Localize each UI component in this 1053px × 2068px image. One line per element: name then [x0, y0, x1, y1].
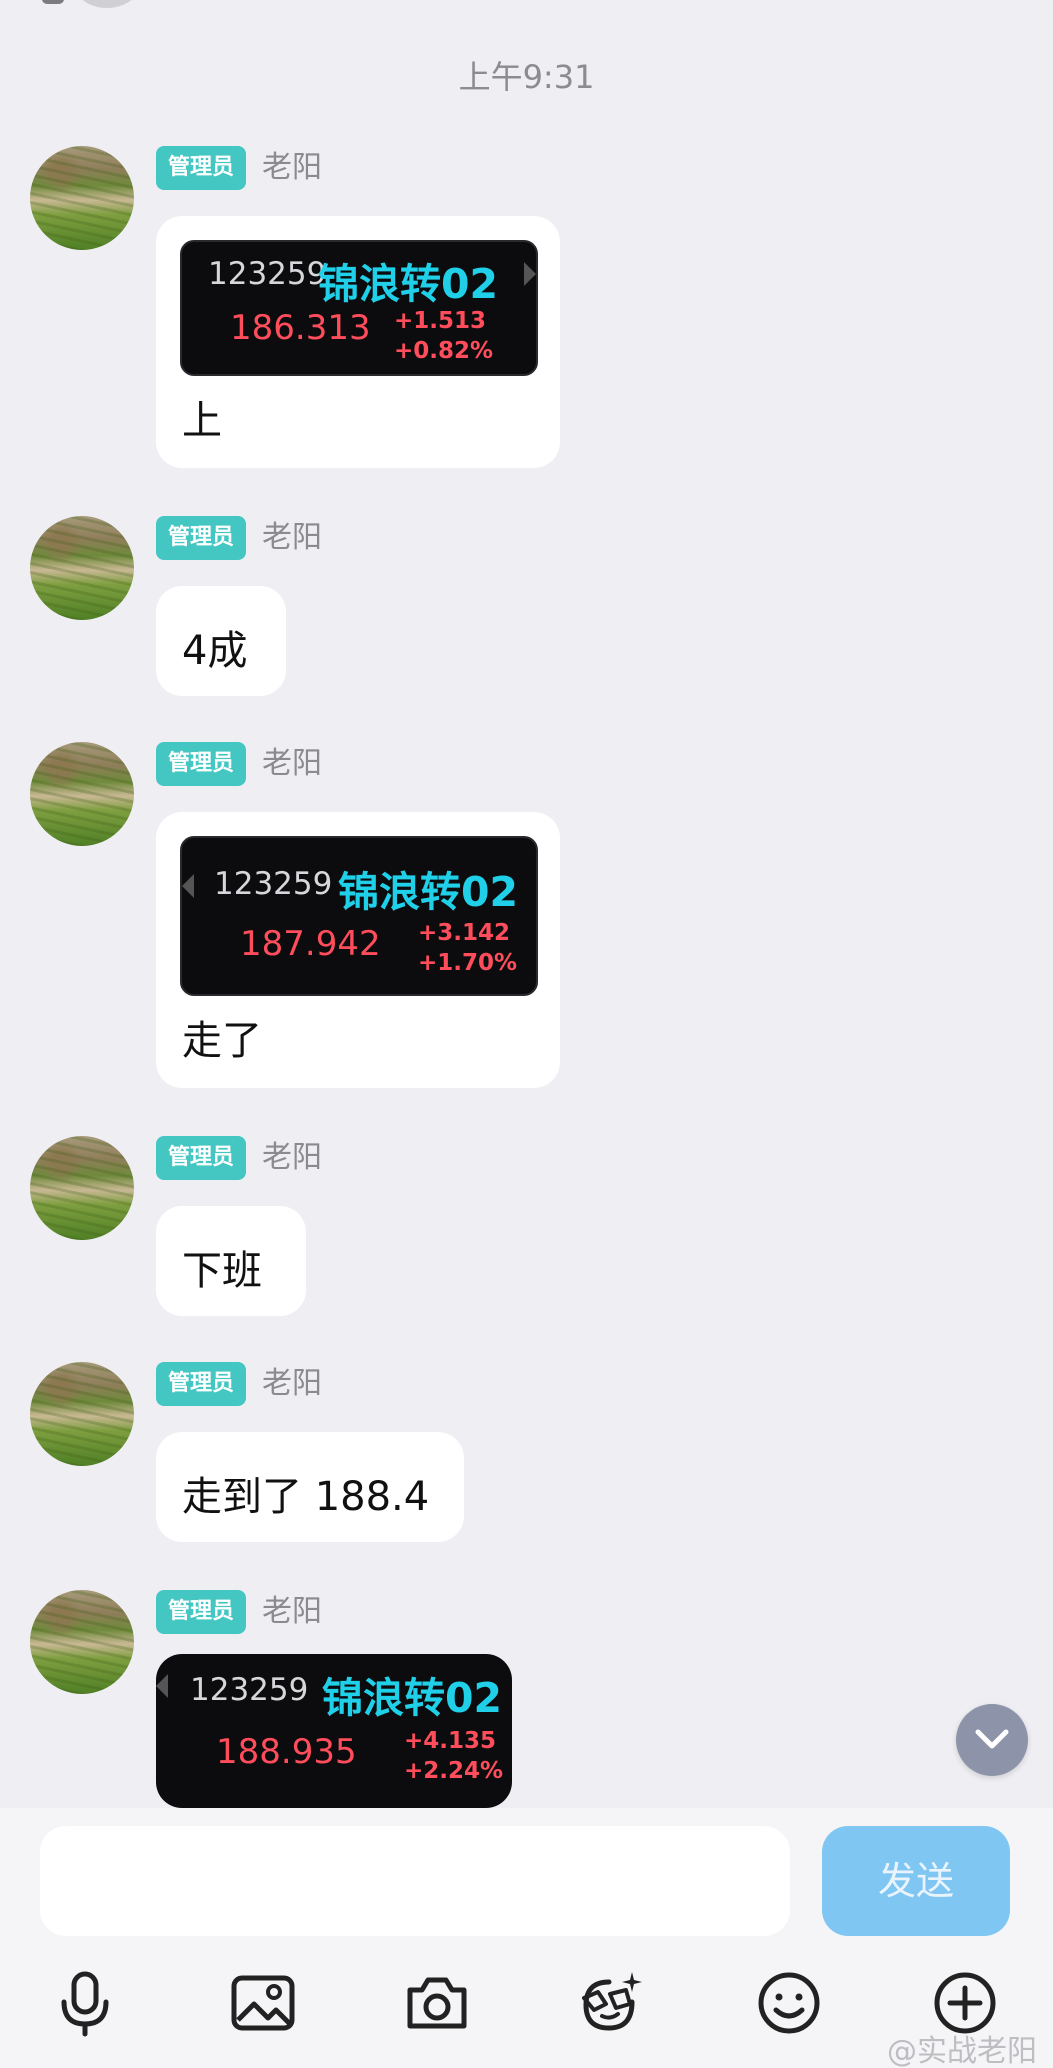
arrow-left-icon [182, 874, 194, 898]
role-badge: 管理员 [156, 146, 247, 190]
stock-code: 123259 [214, 866, 333, 902]
emoji-button[interactable] [754, 1968, 824, 2038]
stock-code: 123259 [208, 256, 327, 292]
scroll-to-bottom-button[interactable] [956, 1704, 1028, 1776]
message-1: 管理员 老阳 123259 锦浪转02 186.313 +1.513 +0.82… [0, 146, 1053, 476]
sender-name: 老阳 [262, 520, 322, 555]
stock-change-pct: +0.82% [394, 338, 494, 364]
message-bubble[interactable]: 123259 锦浪转02 186.313 +1.513 +0.82% 上 [156, 216, 560, 468]
avatar[interactable] [30, 1136, 134, 1240]
microphone-icon [61, 1971, 109, 2037]
avatar[interactable] [30, 742, 134, 846]
stock-quote-image[interactable]: 123259 锦浪转02 188.935 +4.135 +2.24% [156, 1654, 512, 1808]
time-divider: 上午9:31 [458, 58, 595, 96]
message-bubble[interactable]: 下班 [156, 1206, 306, 1316]
stock-price: 187.942 [240, 924, 381, 964]
stock-code: 123259 [190, 1672, 309, 1708]
camera-icon [407, 1977, 467, 2029]
previous-avatar-stub [72, 0, 142, 8]
stock-name: 锦浪转02 [322, 1674, 503, 1722]
message-text: 下班 [182, 1248, 262, 1294]
stock-name: 锦浪转02 [338, 868, 519, 916]
stock-name: 锦浪转02 [318, 260, 499, 308]
stock-change-pct: +2.24% [404, 1758, 504, 1784]
sender-name: 老阳 [262, 150, 322, 185]
avatar[interactable] [30, 1362, 134, 1466]
sender-name: 老阳 [262, 746, 322, 781]
sticker-button[interactable] [576, 1968, 646, 2038]
avatar[interactable] [30, 516, 134, 620]
message-input[interactable] [40, 1826, 790, 1936]
stock-change: +1.513 [394, 308, 487, 334]
stock-price: 188.935 [216, 1732, 357, 1772]
send-button[interactable]: 发送 [822, 1826, 1010, 1936]
emoji-icon [758, 1972, 820, 2034]
message-4: 管理员 老阳 下班 [0, 1136, 1053, 1316]
avatar[interactable] [30, 146, 134, 250]
message-6: 管理员 老阳 123259 锦浪转02 188.935 +4.135 +2.24… [0, 1590, 1053, 1808]
avatar[interactable] [30, 1590, 134, 1694]
stock-quote-image[interactable]: 123259 锦浪转02 186.313 +1.513 +0.82% [180, 240, 538, 376]
message-2: 管理员 老阳 4成 [0, 516, 1053, 696]
message-text: 上 [182, 398, 222, 444]
role-badge: 管理员 [156, 1590, 247, 1634]
previous-message-stub [42, 0, 64, 4]
message-bubble[interactable]: 4成 [156, 586, 286, 696]
image-button[interactable] [228, 1968, 298, 2038]
image-icon [231, 1975, 295, 2031]
message-5: 管理员 老阳 走到了 188.4 [0, 1362, 1053, 1542]
watermark: @实战老阳 [887, 2034, 1037, 2068]
stock-change-pct: +1.70% [418, 950, 518, 976]
stock-change: +4.135 [404, 1728, 497, 1754]
role-badge: 管理员 [156, 516, 247, 560]
sender-name: 老阳 [262, 1366, 322, 1401]
message-bubble[interactable]: 123259 锦浪转02 187.942 +3.142 +1.70% 走了 [156, 812, 560, 1088]
sender-name: 老阳 [262, 1140, 322, 1175]
camera-button[interactable] [402, 1968, 472, 2038]
role-badge: 管理员 [156, 1362, 247, 1406]
sender-name: 老阳 [262, 1594, 322, 1629]
sticker-icon [582, 1972, 642, 2031]
stock-change: +3.142 [418, 920, 511, 946]
role-badge: 管理员 [156, 742, 247, 786]
role-badge: 管理员 [156, 1136, 247, 1180]
stock-price: 186.313 [230, 308, 371, 348]
message-bubble[interactable]: 走到了 188.4 [156, 1432, 464, 1542]
microphone-button[interactable] [50, 1968, 120, 2038]
arrow-left-icon [156, 1674, 168, 1698]
message-3: 管理员 老阳 123259 锦浪转02 187.942 +3.142 +1.70… [0, 742, 1053, 1092]
stock-quote-image[interactable]: 123259 锦浪转02 187.942 +3.142 +1.70% [180, 836, 538, 996]
message-text: 4成 [182, 628, 248, 674]
chevron-down-icon [975, 1729, 1009, 1749]
message-text: 走到了 188.4 [182, 1474, 430, 1520]
arrow-right-icon [524, 262, 536, 286]
message-text: 走了 [182, 1018, 262, 1064]
